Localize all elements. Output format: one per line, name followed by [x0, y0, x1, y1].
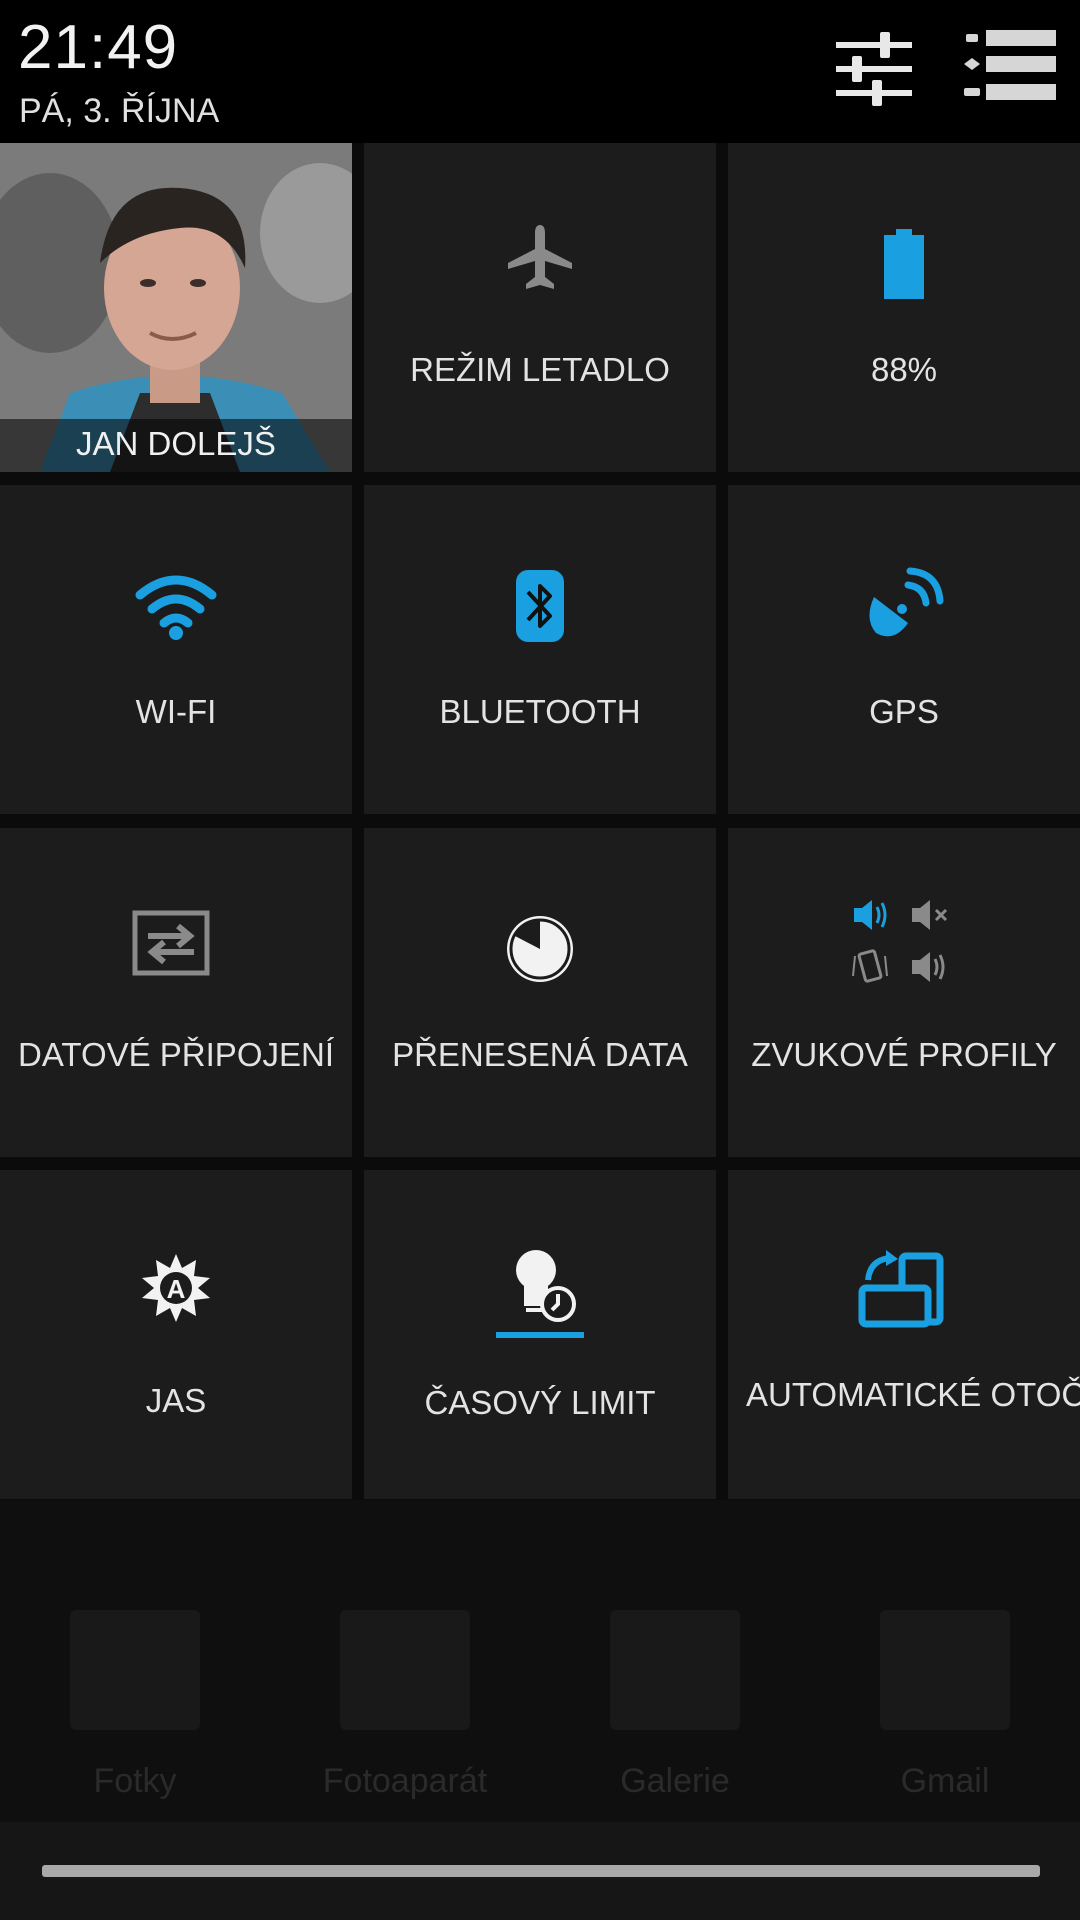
screen-timeout-tile[interactable]: ČASOVÝ LIMIT: [364, 1170, 716, 1499]
profile-name: JAN DOLEJŠ: [76, 425, 276, 462]
gps-label: GPS: [869, 693, 939, 730]
gps-icon: [869, 567, 944, 637]
auto-rotate-icon: [858, 1250, 944, 1328]
mobile-data-tile[interactable]: DATOVÉ PŘIPOJENÍ: [0, 828, 352, 1157]
gmail-icon: [880, 1610, 1010, 1730]
wifi-icon: [135, 575, 217, 640]
sliders-icon: [836, 32, 912, 106]
battery-icon: [884, 229, 924, 299]
notifications-list-button[interactable]: [960, 28, 1060, 112]
gps-tile[interactable]: GPS: [728, 485, 1080, 814]
data-transfer-icon: [132, 910, 210, 976]
wifi-label: WI-FI: [135, 693, 217, 730]
shade-drag-handle[interactable]: [42, 1865, 1040, 1877]
auto-brightness-icon: A: [142, 1254, 210, 1322]
dock-app-gmail: Gmail: [810, 1500, 1080, 1822]
dock-app-label: Gmail: [900, 1762, 990, 1800]
dock-app-label: Fotoaparát: [322, 1762, 488, 1800]
data-usage-label: PŘENESENÁ DATA: [392, 1036, 688, 1073]
auto-rotate-tile[interactable]: AUTOMATICKÉ OTOČENÍ: [728, 1170, 1080, 1499]
notification-header: 21:49 PÁ, 3. ŘÍJNA: [0, 0, 1080, 143]
settings-button[interactable]: [832, 28, 916, 112]
airplane-icon: [508, 225, 572, 289]
mobile-data-label: DATOVÉ PŘIPOJENÍ: [17, 1036, 334, 1073]
bluetooth-tile[interactable]: BLUETOOTH: [364, 485, 716, 814]
dock-app-label: Galerie: [620, 1762, 730, 1800]
battery-tile[interactable]: 88%: [728, 143, 1080, 472]
screen-timeout-icon: [496, 1250, 584, 1338]
gallery-icon: [610, 1610, 740, 1730]
airplane-mode-tile[interactable]: REŽIM LETADLO: [364, 143, 716, 472]
battery-label: 88%: [870, 351, 938, 388]
wifi-tile[interactable]: WI-FI: [0, 485, 352, 814]
notification-list-icon: [964, 30, 1056, 100]
svg-text:A: A: [167, 1274, 186, 1304]
dock-app-label: Fotky: [93, 1762, 177, 1800]
clock: 21:49: [18, 13, 179, 82]
bluetooth-icon: [516, 570, 564, 642]
brightness-tile[interactable]: A JAS: [0, 1170, 352, 1499]
dock-app-gallery: Galerie: [540, 1500, 810, 1822]
airplane-mode-label: REŽIM LETADLO: [410, 351, 670, 388]
bluetooth-label: BLUETOOTH: [439, 693, 641, 730]
brightness-label: JAS: [145, 1382, 207, 1419]
dock-app-camera: Fotoaparát: [270, 1500, 540, 1822]
photos-icon: [70, 1610, 200, 1730]
date: PÁ, 3. ŘÍJNA: [19, 92, 220, 130]
dock-app-photos: Fotky: [0, 1500, 270, 1822]
sound-profiles-label: ZVUKOVÉ PROFILY: [751, 1036, 1057, 1073]
data-usage-tile[interactable]: PŘENESENÁ DATA: [364, 828, 716, 1157]
sound-profiles-tile[interactable]: ZVUKOVÉ PROFILY: [728, 828, 1080, 1157]
home-dock-dimmed: Fotky Fotoaparát Galerie Gmail: [0, 1500, 1080, 1822]
sound-profiles-icon: [852, 900, 948, 983]
auto-rotate-label: AUTOMATICKÉ OTOČENÍ: [746, 1376, 1080, 1413]
screen-timeout-label: ČASOVÝ LIMIT: [424, 1384, 656, 1421]
data-usage-icon: [507, 916, 573, 982]
camera-icon: [340, 1610, 470, 1730]
